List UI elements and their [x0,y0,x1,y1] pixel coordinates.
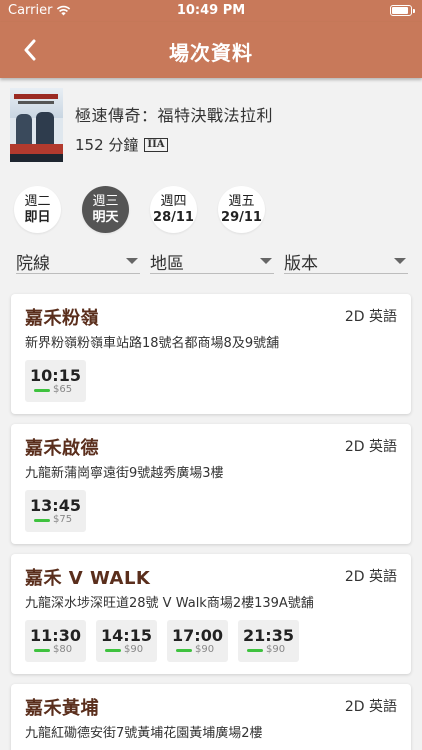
date-day: 28/11 [153,209,194,225]
version-dropdown[interactable]: 版本 [284,246,408,274]
availability-bar [34,389,50,392]
showtime-time: 17:00 [172,626,223,645]
region-dropdown[interactable]: 地區 [150,246,274,274]
showtime-time: 10:15 [30,366,81,385]
showtime-price: $75 [53,514,73,525]
date-tab-friday[interactable]: 週五 29/11 [218,186,265,233]
clock: 10:49 PM [176,3,246,18]
chain-dropdown-label: 院線 [16,254,50,274]
cinema-address: 九龍紅磡德安街7號黃埔花園黃埔廣場2樓 [25,726,263,741]
movie-duration: 152 分鐘 [75,136,139,154]
cinema-address: 新界粉嶺粉嶺車站路18號名都商場8及9號舖 [25,336,280,351]
cinema-card: 嘉禾啟德 2D 英語 九龍新蒲崗寧遠街9號越秀廣場3樓 13:45 $75 [11,424,411,544]
availability-bar [34,649,50,652]
cinema-format: 2D 英語 [344,309,397,325]
caret-down-icon [394,258,406,264]
cinema-name: 嘉禾 V WALK [25,568,151,589]
caret-down-icon [260,258,272,264]
chain-dropdown[interactable]: 院線 [16,246,140,274]
filter-bar: 院線 地區 版本 [16,246,408,274]
availability-bar [176,649,192,652]
showtime-list: 11:30 $80 14:15 $90 17:00 $90 21:35 $90 [25,620,299,662]
showtime-time: 14:15 [101,626,152,645]
showtime-price: $80 [53,644,73,655]
movie-title: 極速傳奇：福特決戰法拉利 [75,106,274,125]
showtime-price: $90 [124,644,144,655]
date-weekday: 週四 [160,193,187,209]
showtime-price: $90 [195,644,215,655]
movie-poster [10,88,63,162]
date-selector: 週二 即日 週三 明天 週四 28/11 週五 29/11 [14,186,265,233]
cinema-format: 2D 英語 [344,569,397,585]
caret-down-icon [126,258,138,264]
showtime-button[interactable]: 11:30 $80 [25,620,86,662]
showtime-list: 10:15 $65 [25,360,86,402]
showtime-time: 11:30 [30,626,81,645]
movie-header: 極速傳奇：福特決戰法拉利 152 分鐘 IIA [10,88,410,164]
cinema-address: 九龍深水埗深旺道28號 V Walk商場2樓139A號舖 [25,596,314,611]
cinema-format: 2D 英語 [344,699,397,715]
cinema-card: 嘉禾黃埔 2D 英語 九龍紅磡德安街7號黃埔花園黃埔廣場2樓 [11,684,411,750]
nav-bar: 場次資料 [0,22,422,78]
cinema-format: 2D 英語 [344,439,397,455]
region-dropdown-label: 地區 [150,254,184,274]
showtime-time: 21:35 [243,626,294,645]
date-weekday: 週五 [228,193,255,209]
showtime-button[interactable]: 14:15 $90 [96,620,157,662]
date-day: 即日 [24,209,51,225]
version-dropdown-label: 版本 [284,254,318,274]
showtime-button[interactable]: 13:45 $75 [25,490,86,532]
availability-bar [34,519,50,522]
cinema-card: 嘉禾粉嶺 2D 英語 新界粉嶺粉嶺車站路18號名都商場8及9號舖 10:15 $… [11,294,411,414]
date-tab-tuesday[interactable]: 週二 即日 [14,186,61,233]
showtime-list: 13:45 $75 [25,490,86,532]
showtime-time: 13:45 [30,496,81,515]
date-weekday: 週二 [24,193,51,209]
availability-bar [247,649,263,652]
showtime-button[interactable]: 21:35 $90 [238,620,299,662]
page-title: 場次資料 [169,41,253,65]
movie-meta: 152 分鐘 IIA [75,134,273,155]
date-day: 明天 [92,209,119,225]
showtime-button[interactable]: 17:00 $90 [167,620,228,662]
cinema-name: 嘉禾粉嶺 [25,308,99,329]
cinema-card: 嘉禾 V WALK 2D 英語 九龍深水埗深旺道28號 V Walk商場2樓13… [11,554,411,674]
cinema-name: 嘉禾啟德 [25,438,99,459]
status-bar: Carrier 10:49 PM [0,0,422,22]
cinema-address: 九龍新蒲崗寧遠街9號越秀廣場3樓 [25,466,224,481]
movie-info: 極速傳奇：福特決戰法拉利 152 分鐘 IIA [75,88,273,164]
cinema-name: 嘉禾黃埔 [25,698,99,719]
availability-bar [105,649,121,652]
date-tab-thursday[interactable]: 週四 28/11 [150,186,197,233]
date-day: 29/11 [221,209,262,225]
battery-icon [390,5,415,16]
date-tab-wednesday[interactable]: 週三 明天 [82,186,129,233]
date-weekday: 週三 [92,193,119,209]
showtime-button[interactable]: 10:15 $65 [25,360,86,402]
showtime-price: $90 [266,644,286,655]
rating-badge: IIA [144,137,168,152]
showtime-price: $65 [53,384,73,395]
